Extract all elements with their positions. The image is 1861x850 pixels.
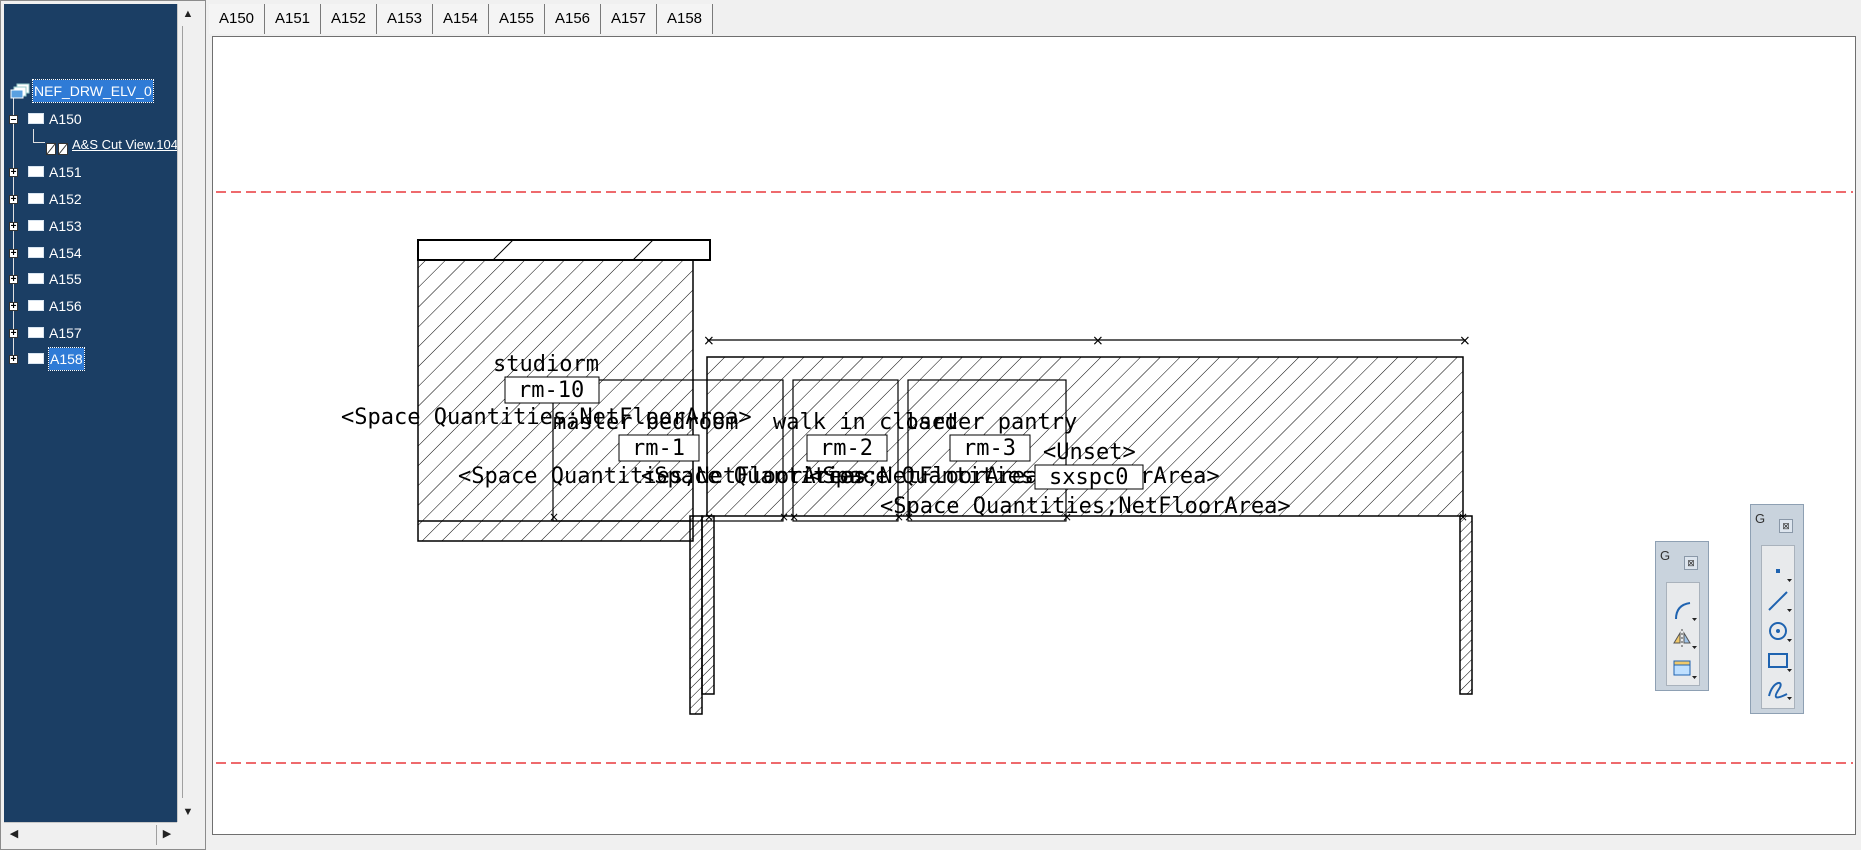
tree-connector bbox=[33, 142, 45, 143]
arc-icon[interactable] bbox=[1670, 597, 1698, 623]
scroll-track[interactable] bbox=[182, 26, 183, 798]
spline-icon[interactable] bbox=[1765, 676, 1793, 702]
toolbar-title: G bbox=[1755, 511, 1766, 526]
room-name: studiorm bbox=[493, 352, 599, 377]
room-number: rm-3 bbox=[963, 436, 1016, 461]
sheet-icon bbox=[28, 247, 44, 258]
room-number: sxspc0 bbox=[1049, 465, 1128, 490]
expand-icon[interactable]: + bbox=[9, 302, 18, 312]
collapse-icon[interactable]: – bbox=[9, 115, 18, 125]
circle-icon[interactable] bbox=[1765, 618, 1793, 644]
column-right bbox=[1459, 515, 1473, 695]
tab-a157[interactable]: A157 bbox=[601, 4, 657, 34]
tree-item-label: A154 bbox=[49, 245, 82, 261]
tree-root-label[interactable]: NEF_DRW_ELV_0 bbox=[32, 79, 154, 103]
svg-text:×: × bbox=[789, 510, 799, 524]
tree-panel: NEF_DRW_ELV_0 – A150 A&S Cut View.104 + … bbox=[0, 0, 206, 850]
sheet-icon bbox=[28, 193, 44, 204]
tab-a152[interactable]: A152 bbox=[321, 4, 377, 34]
close-icon[interactable]: ⊠ bbox=[1779, 519, 1793, 533]
tab-a153[interactable]: A153 bbox=[377, 4, 433, 34]
toolbar-title: G bbox=[1660, 548, 1671, 563]
svg-text:×: × bbox=[779, 510, 789, 524]
expand-icon[interactable]: + bbox=[9, 329, 18, 339]
tree-horizontal-scrollbar[interactable]: ◀ ▶ bbox=[4, 822, 177, 846]
tree-item-label: A152 bbox=[49, 191, 82, 207]
column-left-inner bbox=[701, 515, 715, 695]
scroll-right-button[interactable]: ▶ bbox=[157, 823, 177, 845]
room-area: <Space Quantities;NetFloorArea> bbox=[880, 494, 1291, 519]
tree-item-label: A156 bbox=[49, 298, 82, 314]
room-name: master bedroom bbox=[553, 410, 738, 435]
expand-icon[interactable]: + bbox=[9, 222, 18, 232]
rectangle-icon[interactable] bbox=[1765, 648, 1793, 674]
sheet-icon bbox=[28, 273, 44, 284]
tree-connector bbox=[33, 129, 34, 143]
toolbar-buttons bbox=[1761, 545, 1795, 709]
line-icon[interactable] bbox=[1765, 588, 1793, 614]
point-icon[interactable] bbox=[1765, 558, 1793, 584]
tab-a150[interactable]: A150 bbox=[209, 4, 265, 34]
elevation-drawing[interactable]: × × × × × × × × × × × studiorm rm-10 <Space Q… bbox=[213, 37, 1855, 834]
tree-item-label: A155 bbox=[49, 271, 82, 287]
room-number: rm-2 bbox=[820, 436, 873, 461]
sheet-icon bbox=[28, 220, 44, 231]
view-icon bbox=[46, 139, 68, 161]
tab-a154[interactable]: A154 bbox=[433, 4, 489, 34]
tab-a151[interactable]: A151 bbox=[265, 4, 321, 34]
svg-text:×: × bbox=[549, 510, 559, 524]
tree-item-label: A150 bbox=[49, 111, 82, 127]
tab-a156[interactable]: A156 bbox=[545, 4, 601, 34]
sheet-icon bbox=[28, 300, 44, 311]
scroll-left-button[interactable]: ◀ bbox=[4, 823, 24, 845]
expand-icon[interactable]: + bbox=[9, 355, 18, 365]
drawing-icon bbox=[10, 83, 30, 99]
svg-text:×: × bbox=[704, 510, 714, 524]
toolbar-buttons bbox=[1666, 582, 1700, 686]
svg-text:×: × bbox=[1459, 333, 1471, 349]
roof-slab bbox=[417, 239, 711, 261]
room-number: rm-1 bbox=[632, 436, 685, 461]
tree-item-label: A151 bbox=[49, 164, 82, 180]
tree-item-label: A&S Cut View.104 bbox=[72, 137, 177, 152]
sheet-icon bbox=[28, 166, 44, 177]
sheet-icon bbox=[28, 327, 44, 338]
mirror-icon[interactable] bbox=[1670, 625, 1698, 651]
sheet-icon bbox=[28, 353, 44, 364]
geometry-edit-toolbar[interactable]: G ⊠ bbox=[1655, 541, 1709, 691]
room-number: rm-10 bbox=[518, 378, 584, 403]
svg-text:×: × bbox=[703, 333, 715, 349]
frame-icon[interactable] bbox=[1670, 655, 1698, 681]
geometry-creation-toolbar[interactable]: G ⊠ bbox=[1750, 504, 1804, 714]
svg-text:×: × bbox=[1458, 510, 1468, 524]
tab-a158[interactable]: A158 bbox=[657, 4, 713, 34]
room-area: <Space Quantities;NetFloorArea> bbox=[809, 464, 1220, 489]
expand-icon[interactable]: + bbox=[9, 195, 18, 205]
tree-item-label: A157 bbox=[49, 325, 82, 341]
scroll-up-button[interactable]: ▲ bbox=[178, 4, 198, 24]
room-name: larder pantry bbox=[905, 410, 1077, 435]
close-icon[interactable]: ⊠ bbox=[1684, 556, 1698, 570]
expand-icon[interactable]: + bbox=[9, 275, 18, 285]
tree-item-label: A153 bbox=[49, 218, 82, 234]
specification-tree[interactable]: NEF_DRW_ELV_0 – A150 A&S Cut View.104 + … bbox=[4, 4, 177, 822]
scroll-down-button[interactable]: ▼ bbox=[178, 802, 198, 822]
drawing-canvas[interactable]: × × × × × × × × × × × studiorm rm-10 <Space Q… bbox=[212, 36, 1856, 835]
tree-item-label: A158 bbox=[48, 347, 85, 371]
expand-icon[interactable]: + bbox=[9, 168, 18, 178]
tree-vertical-scrollbar[interactable]: ▲ ▼ bbox=[177, 4, 198, 822]
svg-text:×: × bbox=[1092, 333, 1104, 349]
column-left bbox=[689, 515, 703, 715]
sheet-icon bbox=[28, 113, 44, 124]
tab-a155[interactable]: A155 bbox=[489, 4, 545, 34]
expand-icon[interactable]: + bbox=[9, 249, 18, 259]
room-name: <Unset> bbox=[1043, 440, 1136, 465]
